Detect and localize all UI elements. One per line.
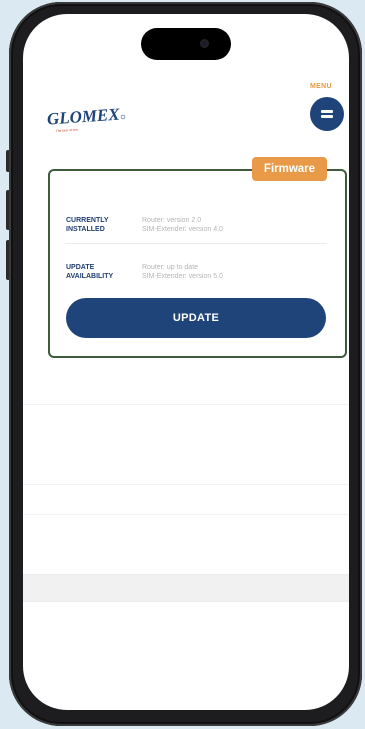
update-availability-label: UPDATE AVAILABILITY bbox=[66, 264, 114, 280]
dynamic-island bbox=[141, 28, 231, 60]
section-divider bbox=[23, 484, 349, 485]
row-divider bbox=[65, 243, 327, 244]
firmware-tag: Firmware bbox=[252, 157, 327, 181]
update-availability-router: Router: up to date bbox=[142, 264, 199, 271]
currently-installed-label: CURRENTLY INSTALLED bbox=[66, 217, 109, 233]
update-availability-sim-extender: SIM-Extender: version 5.0 bbox=[142, 273, 223, 280]
section-divider bbox=[23, 404, 349, 405]
currently-installed-sim-extender: SIM-Extender: version 4.0 bbox=[142, 226, 223, 233]
menu-label: MENU bbox=[310, 83, 332, 90]
logo-graphic: GLOMEX The best at sea bbox=[46, 105, 126, 134]
footer-strip bbox=[23, 574, 349, 602]
glomex-logo[interactable]: GLOMEX The best at sea bbox=[45, 98, 127, 138]
logo-tagline: The best at sea bbox=[56, 128, 78, 134]
hamburger-icon-top bbox=[321, 110, 333, 113]
section-divider bbox=[23, 514, 349, 515]
camera-icon bbox=[200, 39, 209, 48]
update-button[interactable]: UPDATE bbox=[66, 298, 326, 338]
logo-wordmark: GLOMEX bbox=[46, 105, 121, 129]
hamburger-icon-bottom bbox=[321, 115, 333, 118]
currently-installed-router: Router: version 2.0 bbox=[142, 217, 202, 224]
phone-screen: GLOMEX The best at sea MENU Firmware CUR… bbox=[23, 14, 349, 710]
stage: GLOMEX The best at sea MENU Firmware CUR… bbox=[0, 0, 365, 729]
menu-button[interactable] bbox=[310, 97, 344, 131]
logo-registered-mark bbox=[120, 114, 126, 120]
